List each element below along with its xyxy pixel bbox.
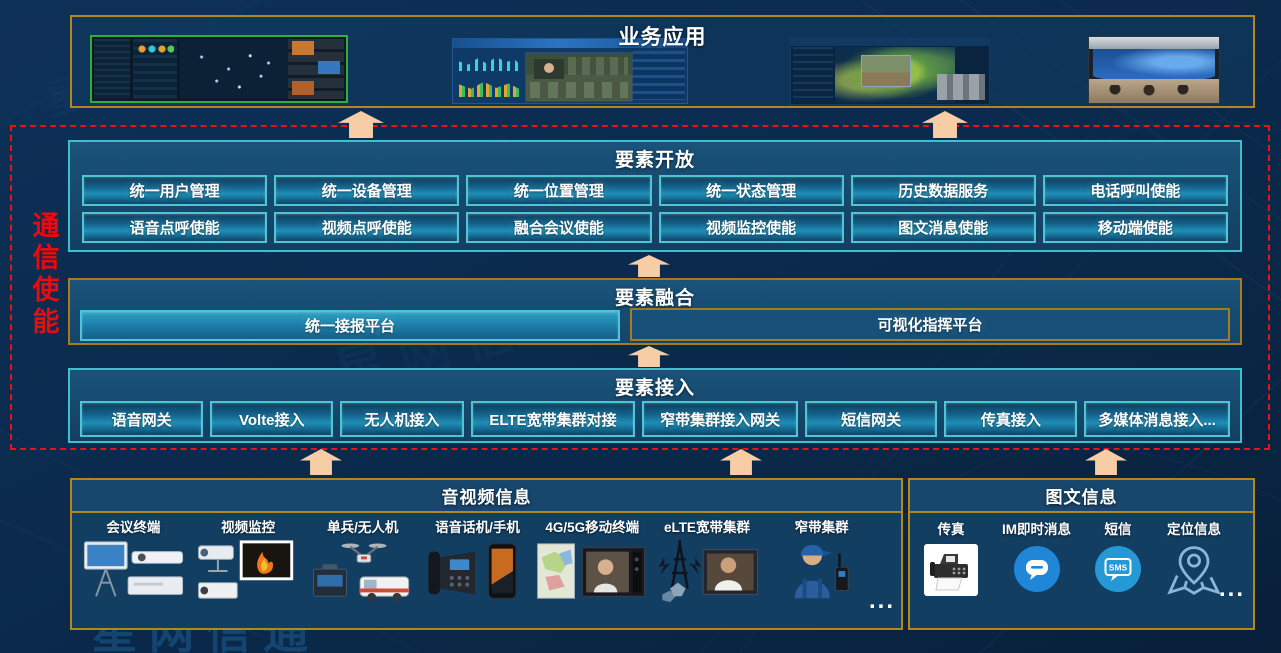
mobile-terminal-icon	[534, 538, 650, 606]
video-thumbnail	[318, 61, 340, 74]
cctv-camera-icon	[193, 538, 303, 606]
camera-grid	[937, 74, 985, 100]
communication-enable-boundary	[10, 125, 1270, 450]
more-ellipsis: ...	[1219, 584, 1245, 594]
graphic-item-label: IM即时消息	[1002, 520, 1071, 540]
vertical-char: 能	[30, 306, 62, 338]
graphic-item-label: 短信	[1105, 520, 1132, 540]
operators-silhouettes	[1103, 85, 1203, 97]
more-ellipsis: ...	[869, 596, 895, 606]
device-label: 窄带集群	[795, 518, 849, 538]
device-label: 视频监控	[221, 518, 275, 538]
graphic-item-location: 定位信息	[1165, 520, 1223, 622]
device-group-drone: 单兵/无人机	[305, 518, 420, 626]
business-applications-panel: 业务应用	[70, 15, 1255, 108]
device-label: eLTE宽带集群	[664, 518, 750, 538]
mini-panel	[793, 47, 833, 102]
office-camera-view	[530, 82, 628, 98]
device-group-mobile-terminal: 4G/5G移动终端	[535, 518, 650, 626]
architecture-slide: 星网信通 星网信通 星网信通 星网信通 业务应用	[0, 0, 1281, 653]
device-group-elte-cluster: eLTE宽带集群	[650, 518, 765, 626]
graphic-item-label: 定位信息	[1167, 520, 1221, 540]
radio-tower-icon	[651, 538, 763, 606]
device-group-narrowband: 窄带集群	[764, 518, 879, 626]
business-applications-title: 业务应用	[72, 21, 1253, 51]
graphic-item-im: IM即时消息	[1002, 520, 1071, 622]
field-officer-icon	[774, 538, 870, 606]
device-group-conference: 会议终端	[76, 518, 191, 626]
device-label: 4G/5G移动终端	[545, 518, 639, 538]
mini-panel	[633, 51, 685, 100]
video-call-thumbnail	[534, 59, 564, 79]
svg-text:SMS: SMS	[1109, 563, 1128, 573]
device-label: 单兵/无人机	[327, 518, 398, 538]
mini-bar-chart	[459, 79, 521, 97]
fax-machine-icon	[924, 544, 978, 596]
device-group-phones: 语音话机/手机	[420, 518, 535, 626]
vertical-char: 信	[30, 242, 62, 274]
chat-bubble-icon	[1014, 546, 1060, 592]
photo-inset	[861, 55, 911, 87]
device-label: 会议终端	[106, 518, 160, 538]
audio-video-info-panel: 音视频信息 会议终端 视频监控	[70, 478, 903, 630]
video-conference-window	[525, 52, 633, 102]
device-label: 语音话机/手机	[435, 518, 520, 538]
vertical-char: 使	[30, 274, 62, 306]
mini-bar-chart	[459, 55, 521, 71]
audio-video-info-title: 音视频信息	[72, 480, 901, 513]
conference-terminal-icon	[78, 538, 188, 606]
drone-kit-icon	[308, 538, 418, 606]
graphic-text-info-panel: 图文信息 传真 IM即时消息	[908, 478, 1255, 630]
communication-enable-label: 通 信 使 能	[30, 210, 62, 338]
sms-bubble-icon: SMS	[1095, 546, 1141, 592]
office-camera-view	[568, 57, 628, 75]
map-pin-icon	[1165, 542, 1223, 596]
graphic-item-sms: 短信 SMS	[1095, 520, 1141, 622]
device-group-surveillance: 视频监控	[191, 518, 306, 626]
graphic-item-fax: 传真	[924, 520, 978, 622]
graphic-item-label: 传真	[938, 520, 965, 540]
video-wall	[1093, 49, 1215, 81]
video-thumbnail	[292, 81, 314, 95]
device-row: 会议终端 视频监控	[76, 518, 879, 626]
graphic-text-info-title: 图文信息	[910, 480, 1253, 513]
graphic-item-row: 传真 IM即时消息	[924, 520, 1223, 622]
phone-handset-icon	[423, 538, 533, 606]
vertical-char: 通	[30, 210, 62, 242]
